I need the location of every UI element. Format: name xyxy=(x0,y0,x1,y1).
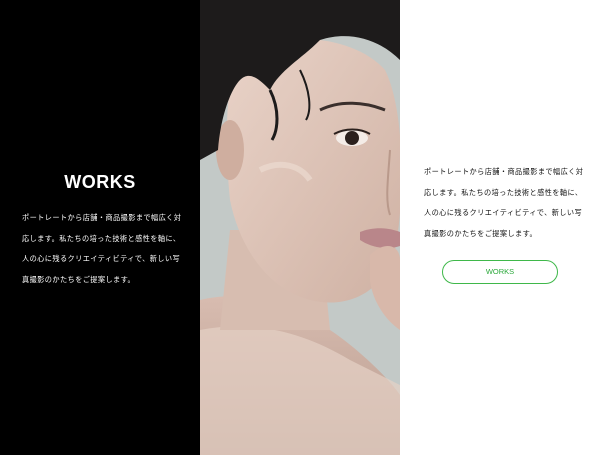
works-description-light: ポートレートから店舗・商品撮影まで幅広く対応します。私たちの培った技術と感性を軸… xyxy=(424,167,584,238)
portrait-photo xyxy=(200,0,400,455)
works-description: ポートレートから店舗・商品撮影まで幅広く対応します。私たちの培った技術と感性を軸… xyxy=(22,213,182,284)
works-dark-panel: WORKS ポートレートから店舗・商品撮影まで幅広く対応します。私たちの培った技… xyxy=(0,0,200,455)
works-button[interactable]: WORKS xyxy=(442,260,558,284)
portrait-illustration xyxy=(200,0,400,455)
page: WORKS ポートレートから店舗・商品撮影まで幅広く対応します。私たちの培った技… xyxy=(0,0,600,455)
works-title: WORKS xyxy=(64,172,136,192)
works-light-panel: ポートレートから店舗・商品撮影まで幅広く対応します。私たちの培った技術と感性を軸… xyxy=(400,0,600,455)
